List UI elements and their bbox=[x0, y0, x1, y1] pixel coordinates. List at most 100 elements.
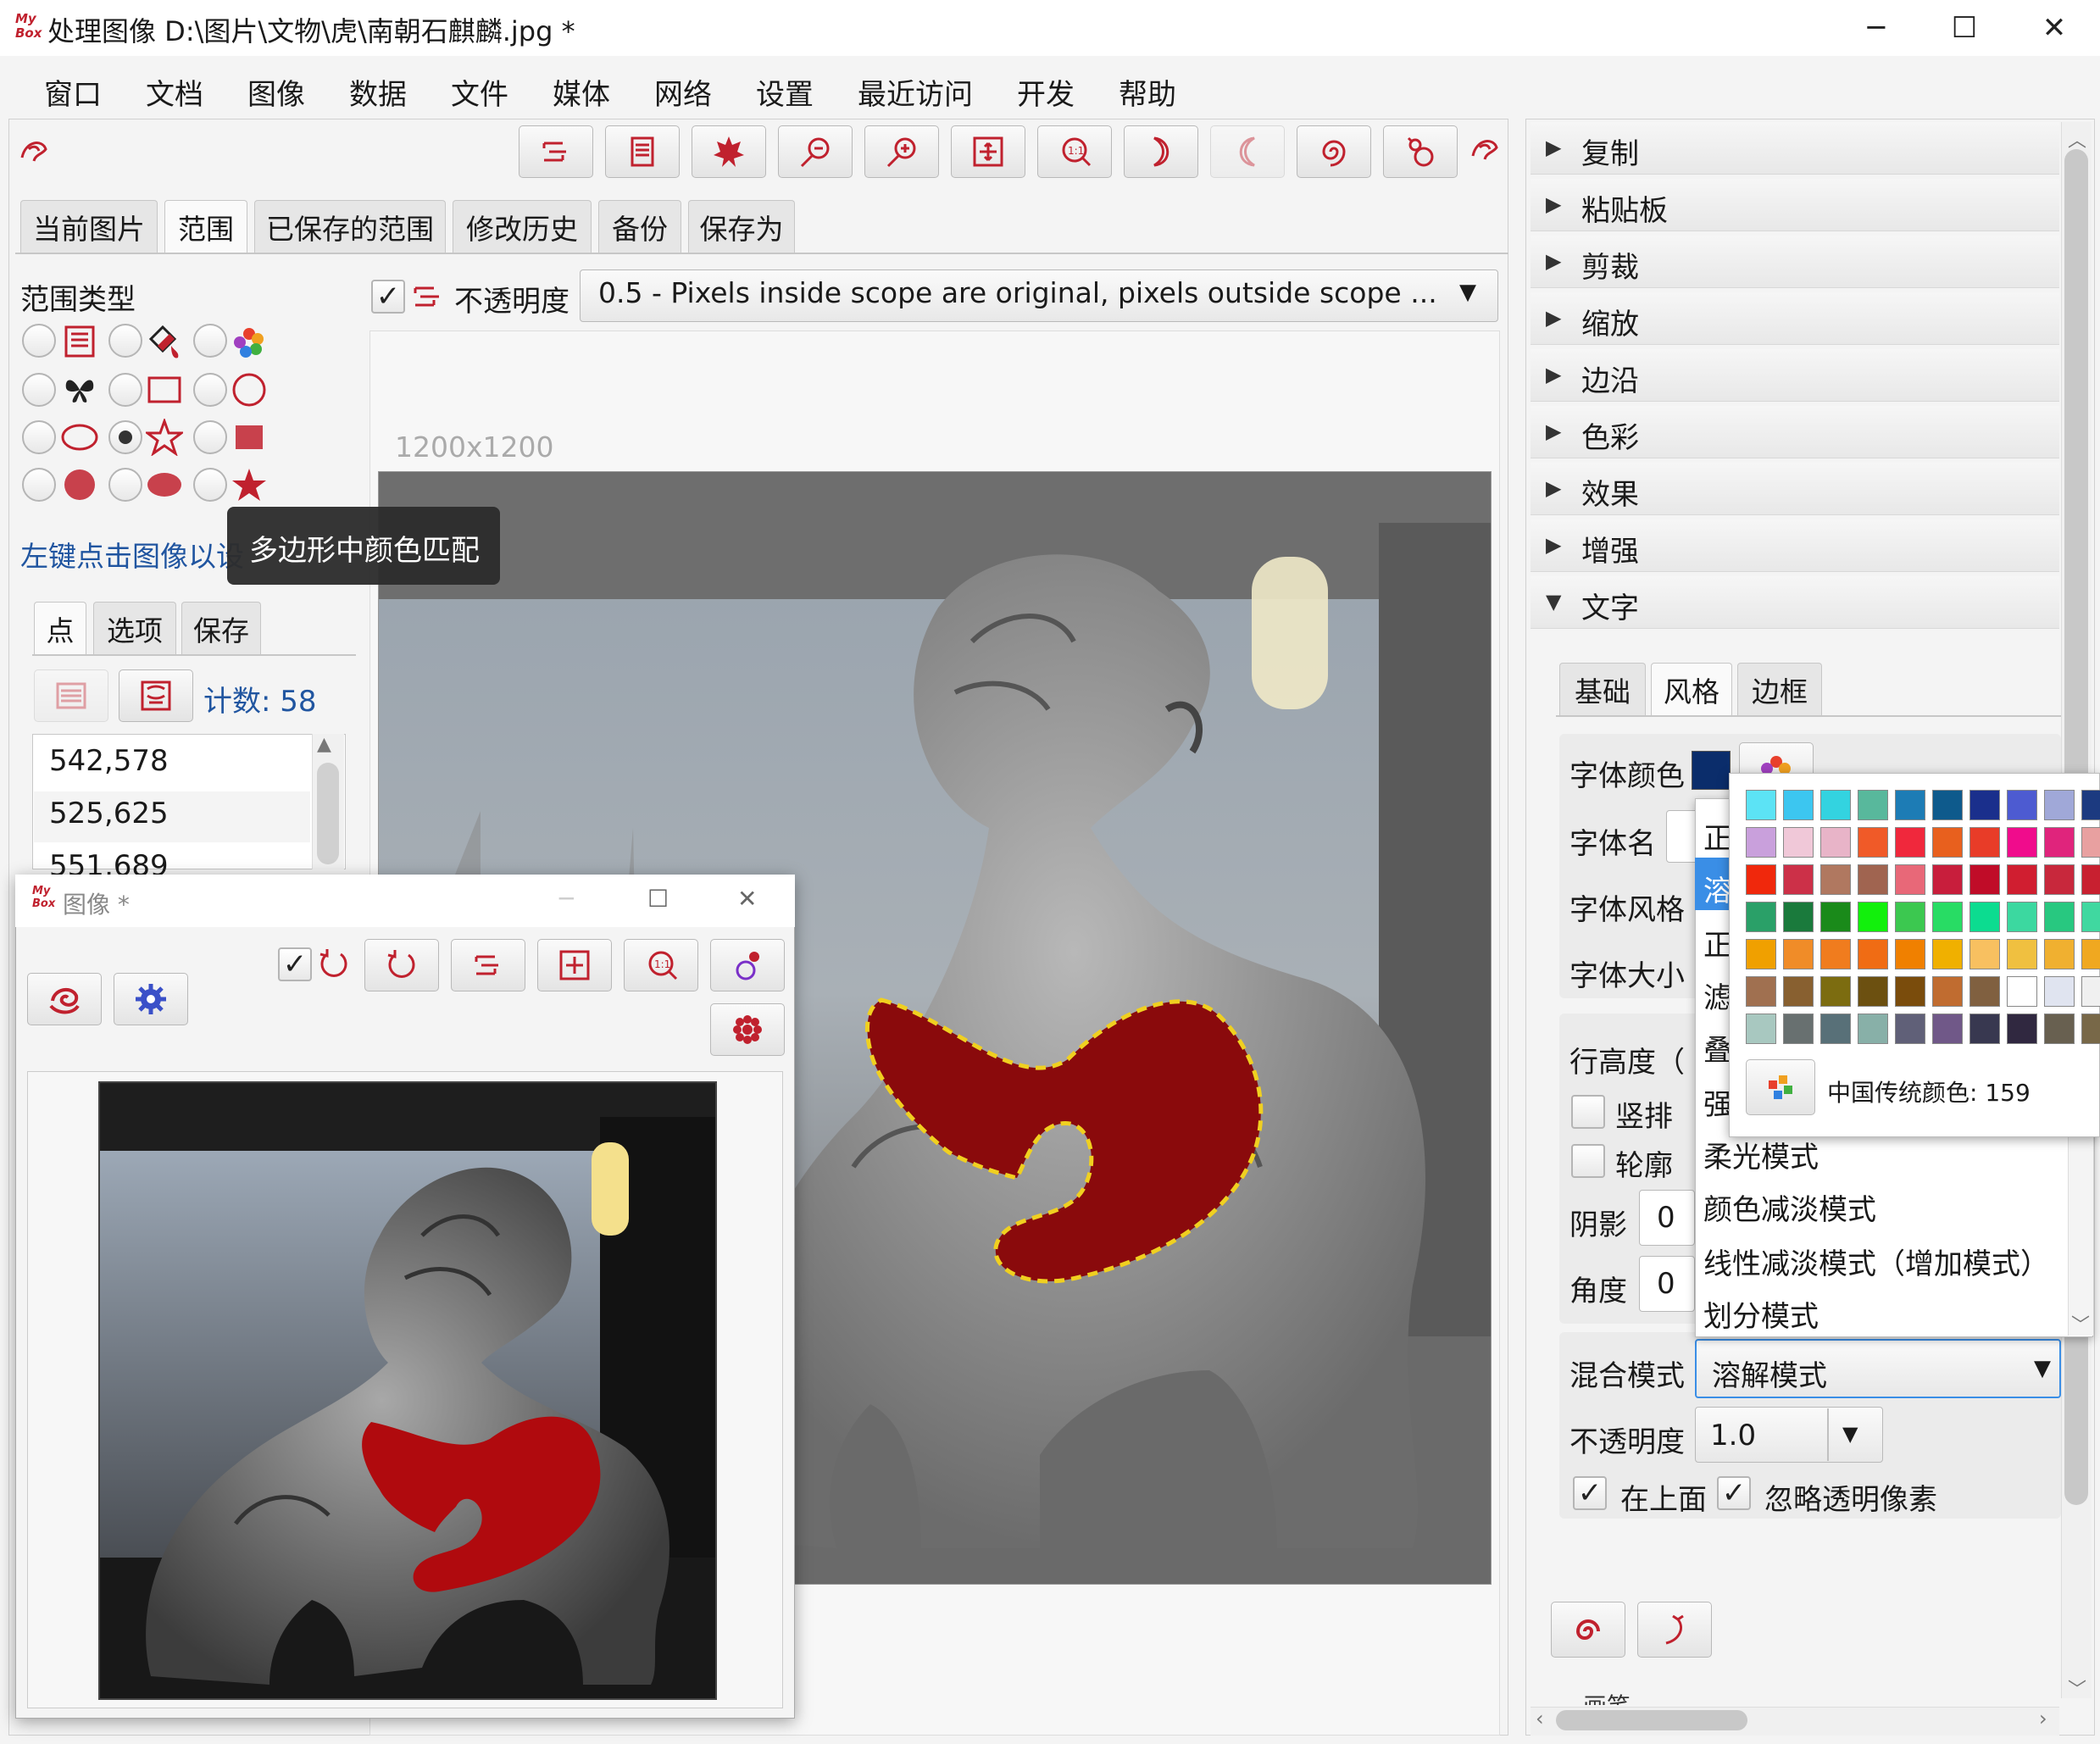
minimize-button[interactable]: ─ bbox=[1831, 0, 1922, 56]
palette-swatch[interactable] bbox=[1932, 976, 1963, 1007]
points-scroll-thumb[interactable] bbox=[317, 763, 339, 864]
scope-radio-rect-color[interactable] bbox=[193, 420, 227, 454]
palette-swatch[interactable] bbox=[1858, 1014, 1888, 1044]
font-color-swatch[interactable] bbox=[1692, 751, 1731, 790]
palette-swatch[interactable] bbox=[1895, 976, 1925, 1007]
scroll-left-icon[interactable]: ‹ bbox=[1536, 1707, 1544, 1730]
palette-swatch[interactable] bbox=[1932, 939, 1963, 969]
sub-rotate-button[interactable] bbox=[364, 939, 439, 991]
sub-actual-size-button[interactable]: 1:1 bbox=[624, 939, 698, 991]
palette-swatch[interactable] bbox=[1746, 790, 1776, 820]
palette-swatch[interactable] bbox=[1969, 939, 2000, 969]
zoom-in-button[interactable] bbox=[864, 125, 939, 178]
actual-size-button[interactable]: 1:1 bbox=[1037, 125, 1112, 178]
palette-swatch[interactable] bbox=[1746, 1014, 1776, 1044]
accordion-enhance[interactable]: ▶ 增强 bbox=[1531, 519, 2059, 572]
scope-radio-ellipse[interactable] bbox=[22, 420, 56, 454]
palette-swatch[interactable] bbox=[1858, 939, 1888, 969]
accordion-crop[interactable]: ▶ 剪裁 bbox=[1531, 236, 2059, 288]
tab-points[interactable]: 点 bbox=[34, 602, 86, 654]
blend-option-divide[interactable]: 划分模式 bbox=[1703, 1293, 1819, 1335]
menu-settings[interactable]: 设置 bbox=[756, 71, 814, 113]
palette-swatch[interactable] bbox=[2007, 864, 2037, 895]
palette-swatch[interactable] bbox=[1820, 902, 1851, 932]
tab-save-as[interactable]: 保存为 bbox=[688, 200, 795, 253]
tab-text-basic[interactable]: 基础 bbox=[1559, 663, 1646, 715]
palette-swatch[interactable] bbox=[2007, 939, 2037, 969]
outline-checkbox[interactable] bbox=[1571, 1144, 1605, 1178]
sub-color-button[interactable] bbox=[710, 939, 785, 991]
palette-swatch[interactable] bbox=[1858, 902, 1888, 932]
angle-input[interactable]: 0 bbox=[1639, 1256, 1695, 1312]
tab-scope[interactable]: 范围 bbox=[164, 200, 247, 253]
blend-option-partial-selected[interactable]: 溶 bbox=[1703, 868, 1732, 909]
close-button[interactable]: ✕ bbox=[2008, 0, 2100, 56]
palette-swatch[interactable] bbox=[1820, 1014, 1851, 1044]
scope-radio-colors[interactable] bbox=[193, 324, 227, 358]
scope-radio-ellipse-color[interactable] bbox=[108, 468, 142, 502]
palette-swatch[interactable] bbox=[1783, 976, 1814, 1007]
blend-option-partial[interactable]: 正 bbox=[1703, 922, 1732, 964]
scope-polygon-selection[interactable] bbox=[847, 966, 1288, 1288]
scroll-right-icon[interactable]: › bbox=[2039, 1707, 2047, 1730]
menu-data[interactable]: 数据 bbox=[349, 71, 407, 113]
menu-image[interactable]: 图像 bbox=[247, 71, 305, 113]
leaf-button[interactable] bbox=[692, 125, 766, 178]
subwindow-image[interactable] bbox=[98, 1081, 717, 1700]
palette-swatch[interactable] bbox=[2044, 864, 2075, 895]
palette-swatch[interactable] bbox=[1858, 864, 1888, 895]
palette-swatch[interactable] bbox=[1969, 1014, 2000, 1044]
palette-swatch[interactable] bbox=[2081, 976, 2100, 1007]
scope-radio-circle[interactable] bbox=[193, 373, 227, 407]
blend-option-linear-dodge[interactable]: 线性减淡模式（增加模式） bbox=[1703, 1241, 2049, 1282]
palette-swatch[interactable] bbox=[1895, 827, 1925, 858]
palette-swatch[interactable] bbox=[1932, 902, 1963, 932]
palette-swatch[interactable] bbox=[1895, 790, 1925, 820]
palette-swatch[interactable] bbox=[1895, 864, 1925, 895]
blend-option-partial[interactable]: 叠 bbox=[1703, 1027, 1732, 1069]
palette-swatch[interactable] bbox=[1746, 864, 1776, 895]
zoom-out-button[interactable] bbox=[778, 125, 853, 178]
scope-button[interactable] bbox=[519, 125, 593, 178]
scope-radio-outline[interactable] bbox=[22, 373, 56, 407]
palette-swatch[interactable] bbox=[1969, 864, 2000, 895]
palette-swatch[interactable] bbox=[1783, 1014, 1814, 1044]
tab-history[interactable]: 修改历史 bbox=[453, 200, 592, 253]
scope-radio-whole[interactable] bbox=[22, 324, 56, 358]
scroll-down-icon[interactable]: ﹀ bbox=[2068, 1675, 2086, 1702]
palette-swatch[interactable] bbox=[1783, 827, 1814, 858]
horizontal-scroll-thumb[interactable] bbox=[1556, 1710, 1747, 1730]
tab-saved-scopes[interactable]: 已保存的范围 bbox=[254, 200, 446, 253]
menu-help[interactable]: 帮助 bbox=[1119, 71, 1176, 113]
blend-list-scrollbar[interactable] bbox=[2068, 1136, 2093, 1336]
palette-swatch[interactable] bbox=[2081, 902, 2100, 932]
subwindow-minimize-button[interactable]: ─ bbox=[559, 885, 574, 913]
subwindow-maximize-button[interactable]: ☐ bbox=[647, 885, 669, 913]
gourd-button[interactable] bbox=[1383, 125, 1458, 178]
undo-text-button[interactable] bbox=[1637, 1602, 1712, 1658]
menu-file[interactable]: 文件 bbox=[451, 71, 508, 113]
tab-text-border[interactable]: 边框 bbox=[1737, 663, 1822, 715]
palette-swatch[interactable] bbox=[2044, 939, 2075, 969]
palette-swatch[interactable] bbox=[1932, 864, 1963, 895]
sub-sync-checkbox[interactable]: ✓ bbox=[278, 947, 312, 981]
palette-swatch[interactable] bbox=[2007, 976, 2037, 1007]
tab-text-style[interactable]: 风格 bbox=[1651, 663, 1732, 715]
palette-swatch[interactable] bbox=[1858, 976, 1888, 1007]
palette-swatch[interactable] bbox=[2007, 790, 2037, 820]
shadow-input[interactable]: 0 bbox=[1639, 1190, 1695, 1246]
point-row[interactable]: 551,689 bbox=[34, 844, 310, 878]
palette-swatch[interactable] bbox=[2007, 827, 2037, 858]
rotate-right-button[interactable] bbox=[1124, 125, 1198, 178]
fit-window-button[interactable] bbox=[951, 125, 1025, 178]
palette-swatch[interactable] bbox=[2081, 1014, 2100, 1044]
scope-enable-checkbox[interactable]: ✓ bbox=[371, 280, 405, 314]
apply-text-button[interactable] bbox=[1551, 1602, 1625, 1658]
palette-swatch[interactable] bbox=[1895, 902, 1925, 932]
palette-swatch[interactable] bbox=[2044, 790, 2075, 820]
palette-swatch[interactable] bbox=[1858, 827, 1888, 858]
palette-swatch[interactable] bbox=[1746, 902, 1776, 932]
menu-media[interactable]: 媒体 bbox=[553, 71, 610, 113]
palette-swatch[interactable] bbox=[1895, 939, 1925, 969]
menu-recent[interactable]: 最近访问 bbox=[858, 71, 973, 113]
